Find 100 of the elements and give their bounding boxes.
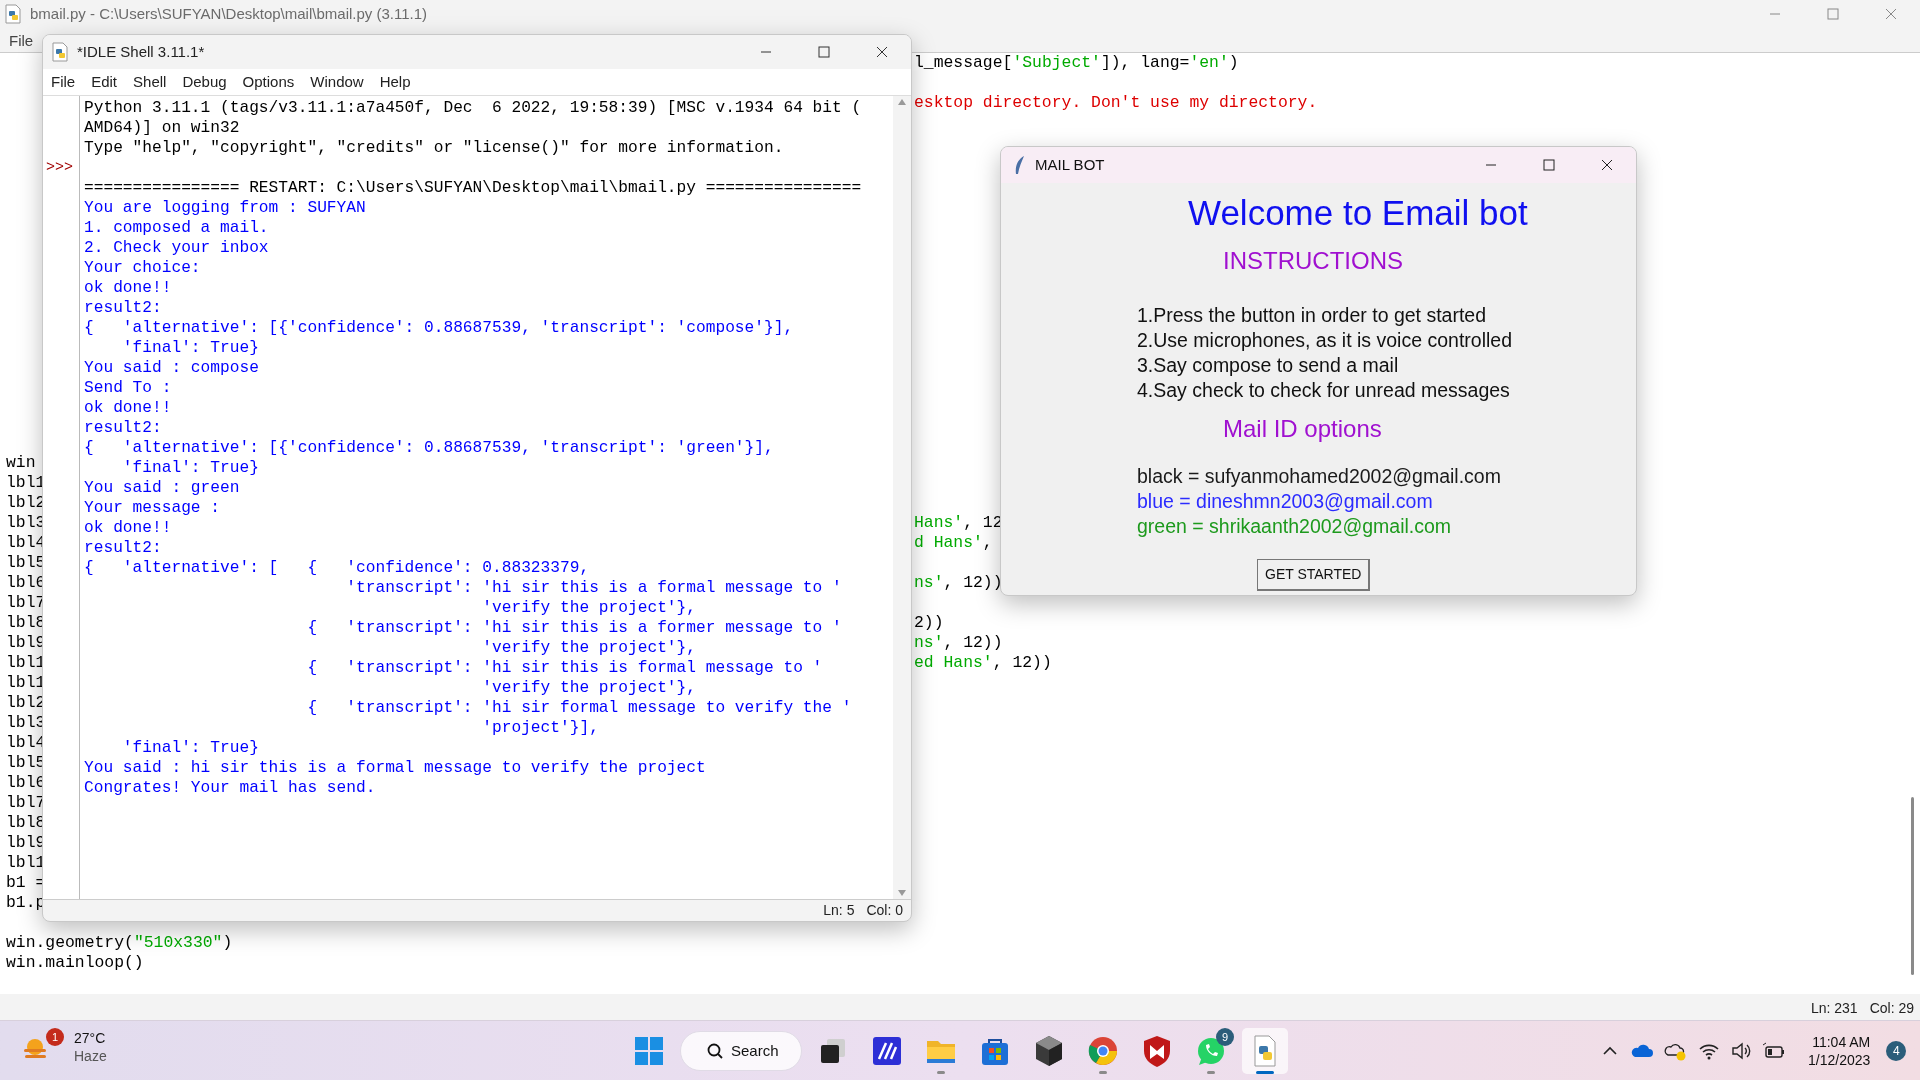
scroll-up-icon[interactable] (897, 98, 907, 106)
code-line: lbl1 (6, 473, 46, 493)
temperature-text: 27°C (74, 1029, 107, 1047)
mail-id-text: blue = dineshmn2003@gmail.com (1137, 489, 1433, 514)
menu-item[interactable]: Options (234, 70, 303, 94)
weather-text: Haze (74, 1047, 107, 1065)
line-number-status: Ln: 5 (823, 901, 855, 920)
menu-item[interactable]: File (43, 70, 84, 94)
output-line: 'transcript': 'hi sir this is a formal message to ' (345, 578, 842, 598)
output-line: 'final': True} (121, 738, 259, 758)
menu-item[interactable]: Edit (83, 70, 126, 94)
output-line: Your message : (84, 498, 220, 518)
output-line: { 'transcript': 'hi sir formal message to verify the ' (306, 698, 852, 718)
menu-item[interactable]: Shell (125, 70, 175, 94)
search-box[interactable]: Search (680, 1031, 802, 1071)
line-number-status: Ln: 231 (1810, 998, 1858, 1018)
code-line: l_message['Subject']), lang='en') (914, 53, 1239, 73)
output-line: 2. Check your inbox (84, 238, 269, 258)
output-line: result2: (84, 538, 162, 558)
mail-id-text: green = shrikaanth2002@gmail.com (1137, 514, 1452, 539)
section-title: Mail ID options (1223, 414, 1382, 444)
search-icon (707, 1043, 723, 1059)
code-line: ed Hans', 12)) (914, 653, 1052, 673)
menu-item[interactable]: Debug (174, 70, 235, 94)
running-indicator (1256, 1071, 1274, 1074)
code-line: lbl1 (6, 673, 46, 693)
window-title: MAIL BOT (1035, 154, 1105, 175)
clock-time[interactable]: 11:04 AM (1812, 1033, 1871, 1051)
code-line: win (6, 453, 36, 473)
code-line: lbl7 (6, 593, 46, 613)
menu-item[interactable]: Help (371, 70, 419, 94)
code-line: esktop directory. Don't use my directory. (914, 93, 1318, 113)
code-line: lbl1 (6, 853, 46, 873)
taskbar-button[interactable] (1242, 1028, 1288, 1074)
prompt: >>> (45, 158, 74, 178)
output-line: { 'alternative': [{'confidence': 0.88687539, 'transcript': 'green'}], (84, 438, 774, 458)
running-indicator (1207, 1071, 1215, 1074)
volume-icon[interactable] (1730, 1041, 1752, 1061)
running-indicator (1099, 1071, 1107, 1074)
output-line: Your choice: (84, 258, 201, 278)
code-line: lbl1 (6, 653, 46, 673)
output-line: { 'alternative': [{'confidence': 0.88687539, 'transcript': 'compose'}], (84, 318, 794, 338)
column-status: Col: 29 (1869, 998, 1914, 1018)
cloud-warning-icon[interactable] (1664, 1041, 1688, 1061)
output-line: Type "help", "copyright", "credits" or "license()" for more information. (84, 138, 784, 158)
battery-icon[interactable] (1762, 1041, 1786, 1061)
running-indicator (937, 1071, 945, 1074)
menu-item[interactable]: Window (302, 70, 372, 94)
file-icon (51, 42, 69, 62)
output-line: 'final': True} (121, 458, 259, 478)
notification-count[interactable]: 4 (1886, 1041, 1907, 1061)
heading: Welcome to Email bot (1188, 192, 1528, 234)
output-line: You said : hi sir this is a formal message to verify the project (84, 758, 706, 778)
code-line: d Hans', (914, 533, 993, 553)
get-started-button[interactable]: GET STARTED (1257, 559, 1371, 591)
column-status: Col: 0 (866, 901, 903, 920)
instruction-text: 4.Say check to check for unread messages (1137, 378, 1510, 403)
mail-id-text: black = sufyanmohamed2002@gmail.com (1137, 464, 1501, 489)
output-line: 'verify the project'}, (481, 678, 696, 698)
count-badge: 9 (1216, 1028, 1234, 1046)
output-line: Congrates! Your mail has send. (84, 778, 376, 798)
scrollbar-thumb[interactable] (1911, 797, 1914, 975)
output-line: { 'alternative': [ { 'confidence': 0.88323379, (84, 558, 590, 578)
notification-badge: 1 (46, 1028, 64, 1046)
output-line: 'verify the project'}, (481, 598, 696, 618)
output-line: Send To : (84, 378, 172, 398)
output-line: You are logging from : SUFYAN (84, 198, 366, 218)
output-line: result2: (84, 298, 162, 318)
file-icon (4, 4, 22, 24)
output-line: ok done!! (84, 518, 172, 538)
output-line: ok done!! (84, 398, 172, 418)
code-line: win.mainloop() (6, 953, 144, 973)
scrollbar[interactable] (893, 96, 911, 899)
search-label: Search (731, 1040, 779, 1061)
instruction-text: 1.Press the button in order to get started (1137, 303, 1487, 328)
code-line: 2)) (914, 613, 944, 633)
output-line: 'verify the project'}, (481, 638, 696, 658)
output-line: AMD64)] on win32 (84, 118, 240, 138)
output-line: { 'transcript': 'hi sir this is formal message to ' (306, 658, 823, 678)
window-title: bmail.py - C:\Users\SUFYAN\Desktop\mail\bmail.py (3.11.1) (30, 3, 428, 24)
code-line: ns', 12)) (914, 633, 1003, 653)
output-line: 'project'}], (481, 718, 599, 738)
output-line: 'final': True} (121, 338, 259, 358)
output-line: { 'transcript': 'hi sir this is a former message to ' (306, 618, 842, 638)
output-line: 1. composed a mail. (84, 218, 269, 238)
taskbar-button[interactable]: 9 (1188, 1028, 1234, 1074)
instruction-text: 2.Use microphones, as it is voice controlled (1137, 328, 1512, 353)
output-line: Python 3.11.1 (tags/v3.11.1:a7a450f, Dec 6 2022, 19:58:39) [MSC v.1934 64 bit ( (84, 98, 862, 118)
code-line: ns', 12)) (914, 573, 1003, 593)
output-line: result2: (84, 418, 162, 438)
section-title: INSTRUCTIONS (1223, 246, 1403, 276)
feather-icon (1013, 155, 1027, 175)
menu-item[interactable]: File (0, 30, 43, 50)
instruction-text: 3.Say compose to send a mail (1137, 353, 1399, 378)
window-title: *IDLE Shell 3.11.1* (77, 41, 205, 62)
output-line: ================ RESTART: C:\Users\SUFYAN\Desktop\mail\bmail.py ================ (84, 178, 862, 198)
scroll-down-icon[interactable] (897, 889, 907, 897)
output-line: You said : compose (84, 358, 259, 378)
output-line: You said : green (84, 478, 240, 498)
clock-date[interactable]: 1/12/2023 (1808, 1051, 1871, 1069)
